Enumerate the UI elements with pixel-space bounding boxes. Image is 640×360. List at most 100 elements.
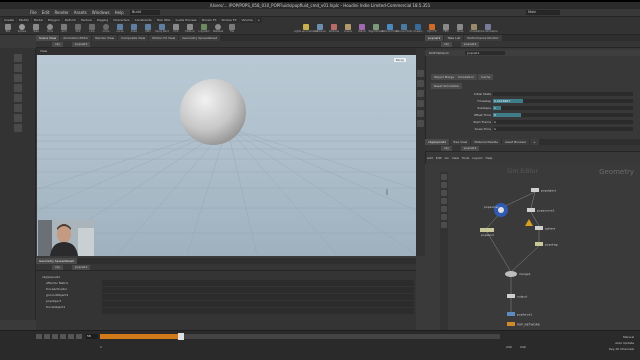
oceans-tool[interactable]: Oceans bbox=[412, 24, 424, 34]
network-menu-edit[interactable]: Edit bbox=[436, 156, 442, 160]
spray-paint-tool[interactable]: Spray Paint bbox=[155, 24, 169, 34]
param-value[interactable]: 1 bbox=[493, 127, 501, 131]
first-frame-icon[interactable] bbox=[36, 334, 42, 339]
menu-render[interactable]: Render bbox=[54, 10, 68, 15]
node-popsource1[interactable] bbox=[527, 208, 535, 212]
shading-icon[interactable] bbox=[417, 80, 424, 87]
grid-snap-icon[interactable] bbox=[441, 198, 447, 204]
null-tool[interactable]: Null bbox=[72, 24, 84, 34]
shelf-tab[interactable]: Hair Utils bbox=[154, 17, 173, 23]
line-tool[interactable]: Line bbox=[86, 24, 98, 34]
sticky-note-icon[interactable] bbox=[441, 214, 447, 220]
camera-menu[interactable]: Persp bbox=[393, 58, 406, 62]
font-tool[interactable]: Font bbox=[170, 24, 182, 34]
network-editor[interactable]: Sim Editor Geometry popobject popsolver bbox=[425, 164, 640, 330]
param-field[interactable] bbox=[493, 127, 633, 131]
wires-tool[interactable]: Wires bbox=[454, 24, 466, 34]
pyro-tool[interactable]: Pyro FX bbox=[426, 24, 438, 34]
timeline-cursor[interactable] bbox=[178, 333, 184, 340]
menu-windows[interactable]: Windows bbox=[92, 10, 110, 15]
lighting-icon[interactable] bbox=[417, 90, 424, 97]
move-tool-icon[interactable] bbox=[14, 64, 22, 72]
range-end[interactable]: 240 bbox=[506, 345, 512, 349]
tree-path-obj[interactable]: obj bbox=[52, 265, 63, 270]
param-tab-cache[interactable]: Cache bbox=[478, 74, 494, 80]
shelf-tab[interactable]: Deform bbox=[62, 17, 78, 23]
vellum-tool[interactable]: Vellum bbox=[356, 24, 368, 34]
shelf-tab[interactable]: Terrain FX bbox=[199, 17, 219, 23]
range-end-field[interactable]: 240 bbox=[520, 345, 526, 349]
file-tool[interactable]: File bbox=[226, 24, 238, 34]
sphere-tool[interactable]: Sphere bbox=[16, 24, 28, 34]
network-box-icon[interactable] bbox=[441, 222, 447, 228]
sphere-geometry[interactable] bbox=[180, 79, 246, 145]
rigid-bodies-tool[interactable]: Rigid Bodies bbox=[369, 24, 383, 34]
shelf-tab[interactable]: Texture bbox=[78, 17, 94, 23]
display-flag-icon[interactable] bbox=[441, 182, 447, 188]
viscous-fluids-tool[interactable]: Viscous Fluids bbox=[396, 24, 412, 34]
play-icon[interactable] bbox=[60, 334, 66, 339]
metaball-tool[interactable]: Metaball bbox=[212, 24, 224, 34]
warning-icon[interactable] bbox=[525, 219, 533, 226]
node-output[interactable] bbox=[507, 294, 515, 298]
shelf-tab[interactable]: Polygon bbox=[45, 17, 62, 23]
shelf-tab[interactable]: Constraints bbox=[132, 17, 154, 23]
shelf-tab[interactable]: Model bbox=[31, 17, 45, 23]
path-tool[interactable]: Path bbox=[142, 24, 154, 34]
menu-edit[interactable]: Edit bbox=[42, 10, 50, 15]
fem-tool[interactable]: FEM bbox=[440, 24, 452, 34]
shelf-tab[interactable]: Modify bbox=[16, 17, 31, 23]
param-path-popnet[interactable]: popnet1 bbox=[461, 42, 480, 47]
node-merge1[interactable] bbox=[505, 271, 517, 277]
node-pop-network[interactable] bbox=[507, 322, 515, 326]
network-menu-help[interactable]: Help bbox=[486, 156, 493, 160]
wireframe-icon[interactable] bbox=[417, 100, 424, 107]
node-popforce1[interactable] bbox=[507, 312, 515, 316]
menu-file[interactable]: File bbox=[30, 10, 37, 15]
node-popdrag[interactable] bbox=[535, 242, 543, 246]
node-name-field[interactable]: popnet1 bbox=[465, 51, 505, 55]
key-all-channels-button[interactable]: Key All Channels bbox=[609, 346, 634, 352]
param-tab-object-merge[interactable]: Object Merge bbox=[431, 74, 458, 80]
reset-simulation-button[interactable]: Reset Simulation bbox=[431, 83, 463, 89]
param-field[interactable] bbox=[493, 120, 633, 124]
shelf-tab[interactable]: Guide Process bbox=[173, 17, 199, 23]
collisions-tool[interactable]: Collisions bbox=[314, 24, 326, 34]
network-menu-add[interactable]: Add bbox=[427, 156, 433, 160]
select-node-icon[interactable] bbox=[441, 174, 447, 180]
build-selector[interactable]: Main bbox=[526, 10, 560, 15]
shelf-tab-add[interactable]: + bbox=[255, 17, 263, 23]
points-icon[interactable] bbox=[417, 110, 424, 117]
lsystem-tool[interactable]: L-System bbox=[198, 24, 210, 34]
step-forward-icon[interactable] bbox=[68, 334, 74, 339]
menu-help[interactable]: Help bbox=[115, 10, 124, 15]
last-frame-icon[interactable] bbox=[76, 334, 82, 339]
circle-tool[interactable]: Circle bbox=[100, 24, 112, 34]
param-value[interactable]: 0 bbox=[493, 113, 521, 117]
particles-tool[interactable]: Particles bbox=[328, 24, 340, 34]
pose-tool-icon[interactable] bbox=[14, 114, 22, 122]
desktop-selector[interactable]: Build bbox=[130, 10, 160, 15]
rotate-tool-icon[interactable] bbox=[14, 74, 22, 82]
template-flag-icon[interactable] bbox=[441, 190, 447, 196]
shelf-tab[interactable]: Volume bbox=[239, 17, 255, 23]
drive-sim-tool[interactable]: Drive Simulation bbox=[478, 24, 498, 34]
menu-assets[interactable]: Assets bbox=[74, 10, 87, 15]
node-popwind[interactable] bbox=[480, 228, 494, 232]
param-path-obj[interactable]: obj bbox=[441, 42, 452, 47]
play-reverse-icon[interactable] bbox=[52, 334, 58, 339]
shelf-tab[interactable]: Create bbox=[2, 17, 16, 23]
shelf-tab[interactable]: Simple FX bbox=[219, 17, 239, 23]
display-options-icon[interactable] bbox=[417, 70, 424, 77]
layout-icon[interactable] bbox=[441, 206, 447, 212]
param-value[interactable]: 0.0416667 bbox=[493, 99, 523, 103]
network-menu-tools[interactable]: Tools bbox=[462, 156, 469, 160]
node-popobject[interactable] bbox=[531, 188, 539, 192]
curve-tool[interactable]: Curve bbox=[114, 24, 126, 34]
path-popnet[interactable]: popnet1 bbox=[72, 42, 91, 47]
network-path-obj[interactable]: obj bbox=[441, 146, 452, 151]
particle-fluids-tool[interactable]: Particle Fluids bbox=[382, 24, 398, 34]
scale-tool-icon[interactable] bbox=[14, 84, 22, 92]
platonic-tool[interactable]: Platonic bbox=[184, 24, 196, 34]
param-value[interactable]: 1 bbox=[493, 106, 501, 110]
